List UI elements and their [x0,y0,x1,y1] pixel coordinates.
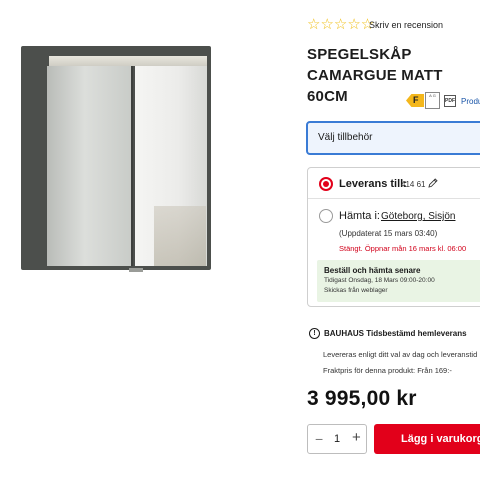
pencil-icon[interactable] [427,177,439,189]
cabinet-door-left [47,66,133,266]
energy-label[interactable]: F A G [406,92,440,109]
stock-updated-text: (Uppdaterat 15 mars 03:40) [339,229,438,238]
product-price: 3 995,00 kr [307,387,417,410]
info-icon: ! [309,328,320,339]
rating-stars[interactable]: ☆☆☆☆☆ [307,17,374,33]
delivery-options: Leverans till: 414 61 Hämta i: Göteborg,… [307,167,480,307]
pickup-radio[interactable] [319,209,333,223]
energy-scale-icon: A G [425,92,440,109]
divider [308,198,480,199]
product-image[interactable] [18,44,214,276]
home-delivery-text: Levereras enligt ditt val av dag och lev… [323,350,478,359]
pdf-icon[interactable]: PDF [444,95,456,107]
star-icon: ☆☆☆☆☆ [307,16,375,33]
order-earliest: Tidigast Onsdag, 18 Mars 09:00-20:00 [324,277,435,284]
postal-code: 414 61 [401,180,426,189]
add-to-cart-button[interactable]: Lägg i varukorg [374,424,480,454]
home-delivery-title: BAUHAUS Tidsbestämd hemleverans [324,329,467,338]
write-review-link[interactable]: Skriv en recension [369,20,443,30]
increase-quantity-button[interactable]: + [352,430,361,446]
store-status: Stängt. Öppnar mån 16 mars kl. 06:00 [339,244,467,253]
order-source: Skickas från weblager [324,287,388,294]
cabinet-light [49,56,207,66]
decrease-quantity-button[interactable]: − [315,431,323,447]
mirror-cabinet [21,46,211,272]
delivery-label[interactable]: Leverans till: [339,178,407,190]
mirror-reflection [154,206,206,266]
pickup-label[interactable]: Hämta i: [339,210,380,222]
cabinet-handle [129,268,143,272]
energy-class: F [413,95,419,105]
order-title: Beställ och hämta senare [324,266,421,275]
quantity-value[interactable]: 1 [334,433,340,445]
accessory-select[interactable]: Välj tillbehör [306,121,480,155]
delivery-radio[interactable] [319,177,333,191]
product-sheet-link[interactable]: Produ [461,97,480,106]
click-and-collect-info: Beställ och hämta senare Tidigast Onsdag… [317,260,480,302]
freight-price-text: Fraktpris för denna produkt: Från 169:- [323,366,452,375]
store-link[interactable]: Göteborg, Sisjön [381,211,456,222]
quantity-stepper: − 1 + [307,424,367,454]
